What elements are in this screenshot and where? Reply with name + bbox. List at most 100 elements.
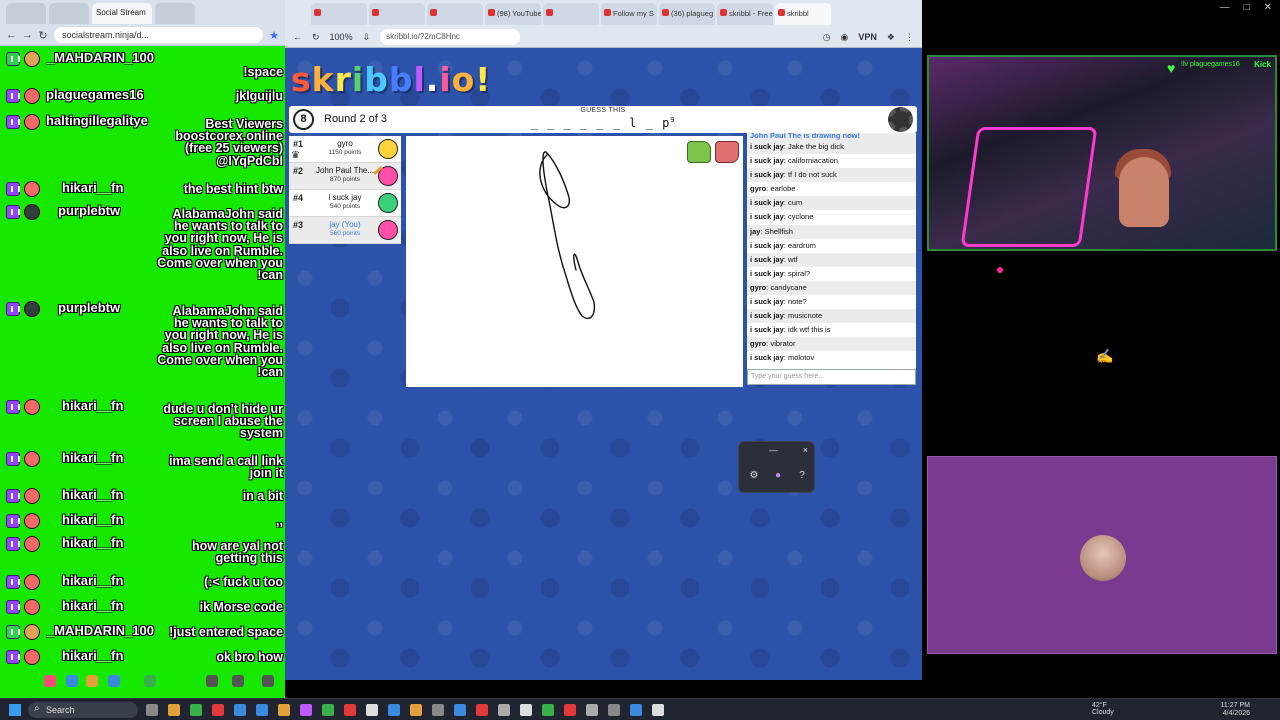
chat-username: hikari__fn: [62, 180, 124, 195]
browser-tab[interactable]: [543, 3, 599, 25]
taskbar-app-icon[interactable]: [608, 704, 620, 716]
minimize-button[interactable]: —: [769, 445, 778, 455]
skribbl-url[interactable]: skribbl.io/?2mC8Hnc: [380, 29, 521, 45]
settings-icon[interactable]: [144, 675, 156, 687]
taskbar-app-icon[interactable]: [410, 704, 422, 716]
reload-icon[interactable]: ↻: [312, 32, 320, 43]
camera-icon[interactable]: ◉: [841, 32, 849, 43]
volume-icon[interactable]: [232, 675, 244, 687]
thumbs-up-icon[interactable]: [687, 141, 711, 163]
help-icon[interactable]: ?: [795, 469, 809, 483]
taskbar-app-icon[interactable]: [520, 704, 532, 716]
social-stream-chat: Social Stream ← → ↻ socialstream.ninja/d…: [0, 0, 285, 698]
guess-this-label: GUESS THIS: [580, 107, 626, 114]
gear-icon[interactable]: [888, 107, 913, 132]
taskbar-app-icon[interactable]: [344, 704, 356, 716]
star-icon[interactable]: ★: [269, 29, 279, 42]
back-icon[interactable]: ←: [6, 29, 17, 41]
chat-icon[interactable]: [66, 675, 78, 687]
browser-tab-skribbl[interactable]: skribbl: [775, 3, 831, 25]
windows-start-icon[interactable]: [9, 704, 21, 716]
taskbar-app-icon[interactable]: [564, 704, 576, 716]
browser-tab[interactable]: [427, 3, 483, 25]
back-icon[interactable]: ←: [293, 32, 302, 42]
overlay-url[interactable]: socialstream.ninja/d...: [54, 27, 263, 43]
taskbar-app-icon[interactable]: [652, 704, 664, 716]
taskbar-app-icon[interactable]: [388, 704, 400, 716]
taskbar-app-icon[interactable]: [476, 704, 488, 716]
taskbar-app-icon[interactable]: [630, 704, 642, 716]
avatar: [24, 574, 40, 590]
browser-tab[interactable]: [369, 3, 425, 25]
download-icon[interactable]: ⇩: [363, 32, 371, 43]
browser-tab[interactable]: (36) plagueg: [659, 3, 715, 25]
twitch-badge-icon: [6, 302, 20, 316]
chat-message-row: hikari__fn ik Morse code: [0, 595, 285, 619]
menu-icon[interactable]: ⋮: [905, 32, 914, 43]
taskbar-app-icon[interactable]: [322, 704, 334, 716]
taskbar-search[interactable]: Search: [28, 702, 138, 718]
taskbar-app-icon[interactable]: [542, 704, 554, 716]
keyboard-icon[interactable]: [206, 675, 218, 687]
pause-icon[interactable]: [44, 675, 56, 687]
close-button[interactable]: ×: [803, 445, 808, 455]
browser-tab[interactable]: skribbl - Free: [717, 3, 773, 25]
zoom-level[interactable]: 100%: [330, 32, 353, 42]
overlay-tab[interactable]: [49, 3, 89, 24]
twitch-badge-icon: [6, 650, 20, 664]
history-icon[interactable]: ◷: [823, 32, 831, 43]
chat-message: hikari__fn how are yal not getting this: [0, 532, 285, 565]
collapse-icon[interactable]: [262, 675, 274, 687]
filter-icon[interactable]: [108, 675, 120, 687]
taskbar-app-icon[interactable]: [432, 704, 444, 716]
maximize-icon[interactable]: □: [1244, 2, 1250, 13]
taskbar-app-icon[interactable]: [498, 704, 510, 716]
vpn-button[interactable]: VPN: [858, 32, 877, 42]
taskbar-app-icon[interactable]: [212, 704, 224, 716]
guess-input[interactable]: Type your guess here...: [747, 369, 916, 385]
bell-icon[interactable]: [86, 675, 98, 687]
browser-tab[interactable]: Follow my S: [601, 3, 657, 25]
taskbar-app-icon[interactable]: [168, 704, 180, 716]
player-points: 540 points: [330, 203, 360, 210]
overlay-tab[interactable]: [6, 3, 46, 24]
microphone-icon[interactable]: ●: [771, 469, 785, 483]
overlay-tab[interactable]: [155, 3, 195, 24]
logo-letter: i: [439, 60, 452, 99]
player-row[interactable]: #2 John Paul The... 870 points: [289, 163, 401, 190]
taskbar-app-icon[interactable]: [278, 704, 290, 716]
drawing-canvas[interactable]: [406, 136, 743, 387]
heart-icon: ♥: [1167, 60, 1176, 76]
taskbar-app-icon[interactable]: [454, 704, 466, 716]
browser-tab[interactable]: [311, 3, 367, 25]
taskbar-app-icon[interactable]: [190, 704, 202, 716]
weather-widget[interactable]: 42°F Cloudy: [1092, 702, 1114, 716]
extensions-icon[interactable]: ❖: [887, 32, 895, 43]
minimize-icon[interactable]: —: [1220, 2, 1230, 13]
taskbar-app-icon[interactable]: [366, 704, 378, 716]
taskbar-app-icon[interactable]: [256, 704, 268, 716]
close-icon[interactable]: ✕: [1264, 2, 1272, 13]
chat-message: hikari__fn ok bro how: [0, 645, 285, 669]
chat-username: hikari__fn: [62, 598, 124, 613]
browser-tab-youtube[interactable]: (98) YouTube: [485, 3, 541, 25]
chat-message-row: hikari__fn ok bro how: [0, 645, 285, 669]
system-clock[interactable]: 11:27 PM 4/4/2026: [1221, 702, 1250, 718]
player-rank: #4: [293, 193, 304, 203]
taskbar-app-icon[interactable]: [300, 704, 312, 716]
player-row[interactable]: #4 i suck jay 540 points: [289, 190, 401, 217]
taskbar-app-icon[interactable]: [586, 704, 598, 716]
taskbar-app-icon[interactable]: [234, 704, 246, 716]
overlay-tab-social-stream[interactable]: Social Stream: [92, 3, 152, 24]
player-row[interactable]: #3 jay (You) 560 points: [289, 217, 401, 244]
forward-icon[interactable]: →: [22, 29, 33, 41]
settings-icon[interactable]: ⚙: [747, 469, 761, 483]
chat-message-row: _MAHDARIN_100 !just entered space: [0, 620, 285, 644]
player-row[interactable]: #1 gyro 1150 points ♛: [289, 136, 401, 163]
word-length: 9: [670, 116, 676, 124]
thumbs-down-icon[interactable]: [715, 141, 739, 163]
taskbar-app-icon[interactable]: [146, 704, 158, 716]
chat-username: hikari__fn: [62, 535, 124, 550]
chat-username: _MAHDARIN_100: [47, 623, 154, 638]
reload-icon[interactable]: ↻: [38, 29, 48, 42]
